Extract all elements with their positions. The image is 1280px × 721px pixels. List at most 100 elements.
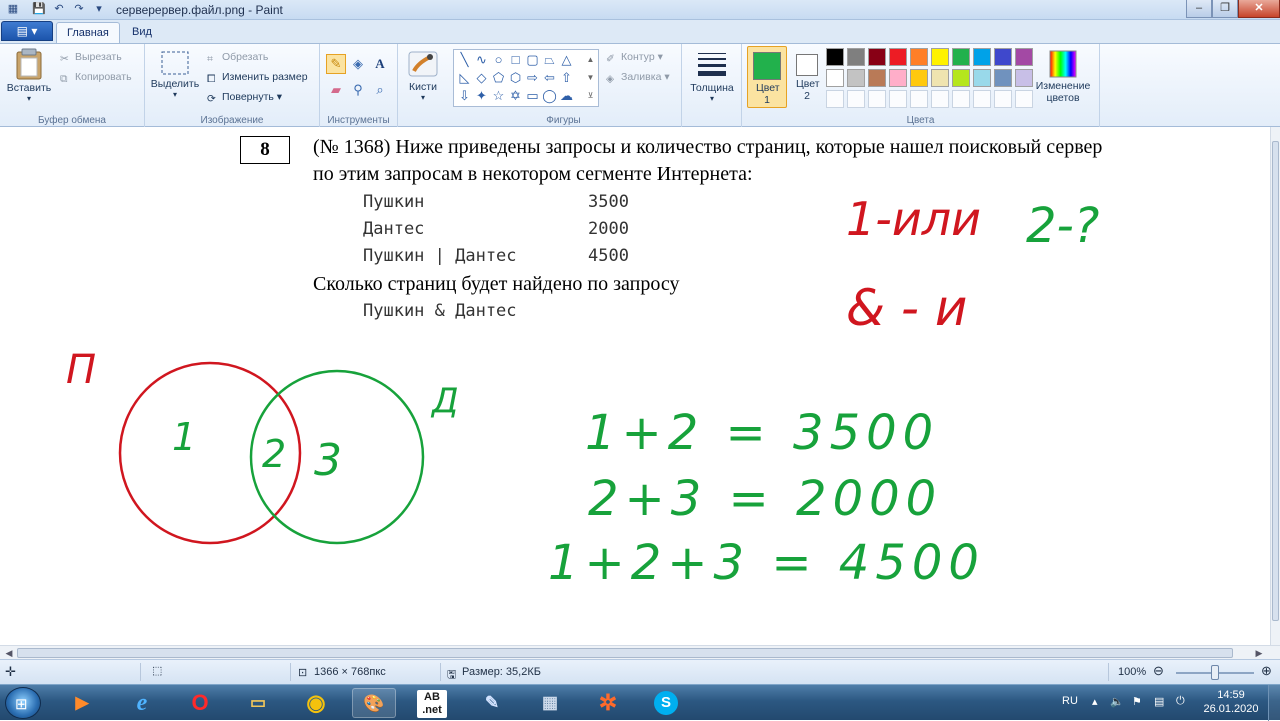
palette-color-swatch[interactable] — [1015, 48, 1033, 66]
custom-color-slot[interactable] — [847, 90, 865, 108]
clock[interactable]: 14:59 26.01.2020 — [1200, 688, 1262, 716]
up-arrow-shape-icon[interactable]: ⇧ — [558, 69, 575, 86]
palette-color-swatch[interactable] — [847, 69, 865, 87]
palette-color-swatch[interactable] — [994, 48, 1012, 66]
notepad-icon[interactable]: ✎ — [470, 688, 514, 718]
power-icon[interactable]: ⏻ — [1176, 695, 1185, 708]
action-center-icon[interactable]: ⚑ — [1132, 695, 1142, 708]
tab-home[interactable]: Главная — [56, 22, 120, 43]
ie-icon[interactable]: e — [120, 688, 164, 718]
fill-button[interactable]: ◈ Заливка ▾ — [606, 71, 670, 85]
oval-callout-shape-icon[interactable]: ◯ — [541, 87, 558, 104]
custom-color-slot[interactable] — [931, 90, 949, 108]
custom-color-slot[interactable] — [910, 90, 928, 108]
start-button[interactable]: ⊞ — [5, 687, 41, 719]
cloud-callout-shape-icon[interactable]: ☁ — [558, 87, 575, 104]
file-menu-button[interactable]: ▤ ▾ — [1, 21, 53, 41]
game-icon[interactable]: ✲ — [586, 688, 630, 718]
undo-icon[interactable]: ↶ — [52, 2, 66, 16]
eraser-icon[interactable]: ▰ — [326, 80, 346, 100]
polygon-shape-icon[interactable]: ⏢ — [541, 51, 558, 68]
language-indicator[interactable]: RU — [1062, 695, 1078, 707]
resize-button[interactable]: ⧠ Изменить размер — [207, 71, 308, 85]
rotate-button[interactable]: ⟳ Повернуть ▾ — [207, 91, 282, 105]
pencil-icon[interactable]: ✎ — [326, 54, 346, 74]
palette-color-swatch[interactable] — [973, 69, 991, 87]
custom-color-slot[interactable] — [973, 90, 991, 108]
color2-button[interactable]: Цвет 2 — [790, 46, 824, 108]
left-arrow-shape-icon[interactable]: ⇦ — [541, 69, 558, 86]
palette-color-swatch[interactable] — [910, 69, 928, 87]
opera-icon[interactable]: O — [178, 688, 222, 718]
dropdown-icon[interactable]: ▾ — [92, 2, 106, 16]
abc-net-icon[interactable]: AB .net — [410, 688, 454, 718]
vertical-scroll-thumb[interactable] — [1272, 141, 1279, 621]
rounded-rect-shape-icon[interactable]: ▢ — [524, 51, 541, 68]
custom-color-slot[interactable] — [868, 90, 886, 108]
zoom-out-button[interactable]: ⊖ — [1153, 663, 1164, 679]
shapes-scroll-down-icon[interactable]: ▼ — [582, 69, 599, 86]
skype-icon[interactable]: S — [644, 688, 688, 718]
shapes-scroll-up-icon[interactable]: ▲ — [582, 51, 599, 68]
maximize-button[interactable]: ❐ — [1212, 0, 1238, 18]
callout-shape-icon[interactable]: ▭ — [524, 87, 541, 104]
drawing-canvas[interactable]: 8 (№ 1368) Ниже приведены запросы и коли… — [0, 127, 1270, 645]
pentagon-shape-icon[interactable]: ⬠ — [490, 69, 507, 86]
chrome-icon[interactable]: ◉ — [294, 688, 338, 718]
custom-color-slot[interactable] — [994, 90, 1012, 108]
save-icon[interactable]: 💾 — [32, 2, 46, 16]
explorer-icon[interactable]: ▭ — [236, 688, 280, 718]
horizontal-scroll-thumb[interactable] — [17, 648, 1233, 658]
star5-shape-icon[interactable]: ☆ — [490, 87, 507, 104]
show-desktop-button[interactable] — [1268, 685, 1280, 721]
edit-colors-button[interactable]: Изменение цветов — [1032, 50, 1094, 104]
star6-shape-icon[interactable]: ✡ — [507, 87, 524, 104]
paint-app-icon[interactable]: ▦ — [6, 2, 20, 16]
media-player-icon[interactable]: ▶ — [60, 688, 104, 718]
palette-color-swatch[interactable] — [826, 69, 844, 87]
right-arrow-shape-icon[interactable]: ⇨ — [524, 69, 541, 86]
palette-color-swatch[interactable] — [910, 48, 928, 66]
palette-color-swatch[interactable] — [994, 69, 1012, 87]
hexagon-shape-icon[interactable]: ⬡ — [507, 69, 524, 86]
shapes-gallery[interactable]: ╲ ∿ ○ □ ▢ ⏢ △ ◺ ◇ ⬠ ⬡ ⇨ ⇦ ⇧ ⇩ ✦ ☆ ✡ ▭ ◯ — [453, 49, 599, 107]
custom-color-slot[interactable] — [1015, 90, 1033, 108]
color1-button[interactable]: Цвет 1 — [747, 46, 787, 108]
redo-icon[interactable]: ↷ — [72, 2, 86, 16]
fill-bucket-icon[interactable]: ◈ — [348, 54, 368, 74]
cut-button[interactable]: ✂ Вырезать — [60, 51, 122, 65]
minimize-button[interactable]: – — [1186, 0, 1212, 18]
triangle-shape-icon[interactable]: △ — [558, 51, 575, 68]
down-arrow-shape-icon[interactable]: ⇩ — [456, 87, 473, 104]
palette-color-swatch[interactable] — [868, 48, 886, 66]
shapes-expand-icon[interactable]: ⊻ — [582, 87, 599, 104]
curve-shape-icon[interactable]: ∿ — [473, 51, 490, 68]
custom-color-slot[interactable] — [889, 90, 907, 108]
scroll-right-icon[interactable]: ▶ — [1252, 646, 1266, 660]
palette-color-swatch[interactable] — [973, 48, 991, 66]
horizontal-scrollbar[interactable]: ◀ ▶ — [0, 645, 1280, 659]
crop-button[interactable]: ⌗ Обрезать — [207, 51, 268, 65]
scroll-left-icon[interactable]: ◀ — [2, 646, 16, 660]
network-icon[interactable]: ▤ — [1154, 695, 1164, 708]
magnifier-icon[interactable]: ⌕ — [370, 80, 390, 100]
thickness-button[interactable]: Толщина ▾ — [688, 48, 736, 103]
line-shape-icon[interactable]: ╲ — [456, 51, 473, 68]
copy-button[interactable]: ⧉ Копировать — [60, 71, 132, 85]
calculator-icon[interactable]: ▦ — [528, 688, 572, 718]
zoom-slider-thumb[interactable] — [1211, 665, 1219, 680]
palette-color-swatch[interactable] — [868, 69, 886, 87]
color-picker-icon[interactable]: ⚲ — [348, 80, 368, 100]
vertical-scrollbar[interactable] — [1270, 127, 1280, 645]
rectangle-shape-icon[interactable]: □ — [507, 51, 524, 68]
select-button[interactable]: Выделить ▾ — [149, 50, 201, 99]
zoom-in-button[interactable]: ⊕ — [1261, 663, 1272, 679]
text-tool-icon[interactable]: A — [370, 54, 390, 74]
custom-color-slot[interactable] — [826, 90, 844, 108]
brushes-button[interactable]: Кисти ▾ — [402, 49, 444, 102]
paste-button[interactable]: Вставить ▾ — [4, 48, 54, 103]
palette-color-swatch[interactable] — [847, 48, 865, 66]
outline-button[interactable]: ✐ Контур ▾ — [606, 51, 663, 65]
palette-color-swatch[interactable] — [826, 48, 844, 66]
palette-color-swatch[interactable] — [952, 69, 970, 87]
